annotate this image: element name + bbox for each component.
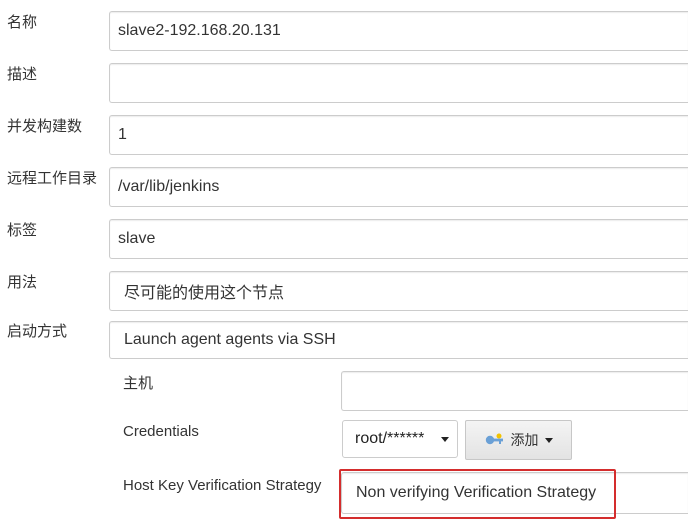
labels-input[interactable]: slave — [109, 219, 688, 259]
credentials-select[interactable]: root/****** — [342, 420, 458, 458]
add-caret-down-icon — [544, 437, 553, 443]
key-icon — [485, 433, 503, 445]
remote-dir-input[interactable]: /var/lib/jenkins — [109, 167, 688, 207]
add-label: 添加 — [510, 432, 539, 448]
labels-label: 标签 — [7, 222, 38, 239]
host-input[interactable] — [341, 371, 688, 411]
name-input[interactable]: slave2-192.168.20.131 — [109, 11, 688, 51]
name-value: slave2-192.168.20.131 — [118, 22, 281, 39]
host-label: 主机 — [123, 375, 154, 392]
add-credentials-button[interactable]: 添加 — [465, 420, 572, 460]
usage-label: 用法 — [7, 274, 38, 291]
executors-label: 并发构建数 — [7, 118, 83, 135]
executors-input[interactable]: 1 — [109, 115, 688, 155]
highlight-box — [339, 469, 616, 519]
host-key-label: Host Key Verification Strategy — [123, 477, 322, 494]
usage-value: 尽可能的使用这个节点 — [124, 285, 285, 302]
caret-down-icon — [441, 437, 449, 442]
executors-value: 1 — [118, 126, 127, 143]
credentials-label: Credentials — [123, 423, 199, 440]
labels-value: slave — [118, 230, 156, 247]
launch-method-label: 启动方式 — [7, 323, 68, 340]
description-input[interactable] — [109, 63, 688, 103]
name-label: 名称 — [7, 14, 38, 31]
credentials-value: root/****** — [355, 430, 425, 447]
remote-dir-label: 远程工作目录 — [7, 170, 98, 187]
description-label: 描述 — [7, 66, 38, 83]
launch-method-select[interactable]: Launch agent agents via SSH — [109, 321, 688, 359]
usage-select[interactable]: 尽可能的使用这个节点 — [109, 271, 688, 311]
remote-dir-value: /var/lib/jenkins — [118, 178, 220, 195]
launch-method-value: Launch agent agents via SSH — [124, 331, 336, 348]
